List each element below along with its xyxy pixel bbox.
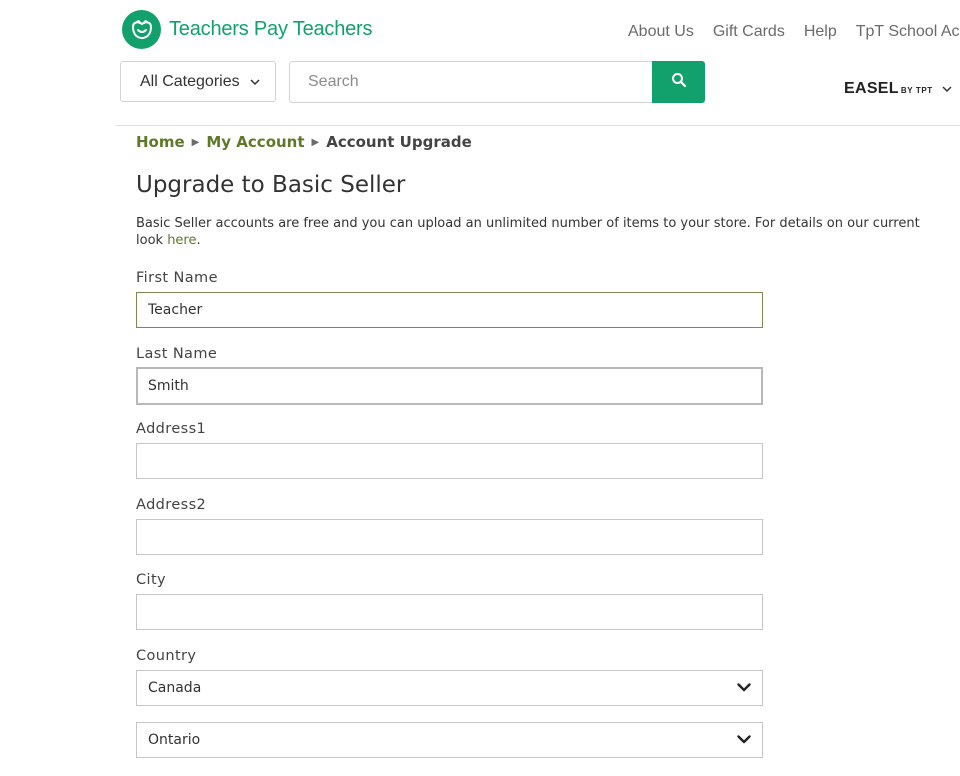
first-name-label: First Name <box>136 270 218 286</box>
easel-logo-text: EASEL <box>844 80 899 97</box>
breadcrumb-arrow-icon: ▶ <box>191 136 200 148</box>
last-name-label: Last Name <box>136 346 218 362</box>
city-field[interactable] <box>136 594 763 630</box>
tpt-logo-icon[interactable] <box>122 10 161 49</box>
last-name-field[interactable] <box>136 367 763 405</box>
header-divider <box>115 125 960 126</box>
breadcrumb-home[interactable]: Home <box>136 133 185 151</box>
all-categories-dropdown[interactable]: All Categories <box>120 61 276 102</box>
breadcrumb: Home ▶ My Account ▶ Account Upgrade <box>136 133 472 151</box>
search-icon <box>671 72 687 93</box>
city-label: City <box>136 572 167 588</box>
country-select[interactable]: Canada <box>136 670 763 706</box>
description-prefix: look <box>136 233 168 248</box>
address1-field[interactable] <box>136 443 763 479</box>
search-input[interactable] <box>289 61 653 103</box>
chevron-down-icon <box>942 80 952 98</box>
chevron-down-icon <box>737 732 751 748</box>
country-label: Country <box>136 648 197 664</box>
address2-label: Address2 <box>136 497 207 513</box>
nav-about-us[interactable]: About Us <box>628 23 694 41</box>
country-selected-value: Canada <box>148 680 202 696</box>
details-here-link[interactable]: here <box>167 233 196 248</box>
description-suffix: . <box>196 233 201 248</box>
description-line-2: look here. <box>136 232 960 249</box>
all-categories-label: All Categories <box>140 72 240 90</box>
address1-label: Address1 <box>136 421 207 437</box>
page-description: Basic Seller accounts are free and you c… <box>136 215 960 249</box>
chevron-down-icon <box>737 680 751 696</box>
breadcrumb-my-account[interactable]: My Account <box>206 133 304 151</box>
top-nav: About Us Gift Cards Help TpT School Ac <box>628 23 960 41</box>
page-title: Upgrade to Basic Seller <box>136 172 406 198</box>
first-name-field[interactable] <box>136 292 763 328</box>
nav-help[interactable]: Help <box>804 23 837 41</box>
nav-gift-cards[interactable]: Gift Cards <box>713 23 785 41</box>
easel-menu[interactable]: EASEL BY TPT <box>844 80 952 98</box>
easel-by-tpt-text: BY TPT <box>900 86 933 95</box>
province-select[interactable]: Ontario <box>136 722 763 758</box>
province-selected-value: Ontario <box>148 732 201 748</box>
breadcrumb-arrow-icon: ▶ <box>311 136 320 148</box>
nav-tpt-school-access[interactable]: TpT School Ac <box>856 23 960 41</box>
search-button[interactable] <box>652 61 705 103</box>
description-line-1: Basic Seller accounts are free and you c… <box>136 216 920 231</box>
brand-name[interactable]: Teachers Pay Teachers <box>169 18 373 41</box>
chevron-down-icon <box>250 73 260 91</box>
address2-field[interactable] <box>136 519 763 555</box>
breadcrumb-current: Account Upgrade <box>326 133 472 151</box>
